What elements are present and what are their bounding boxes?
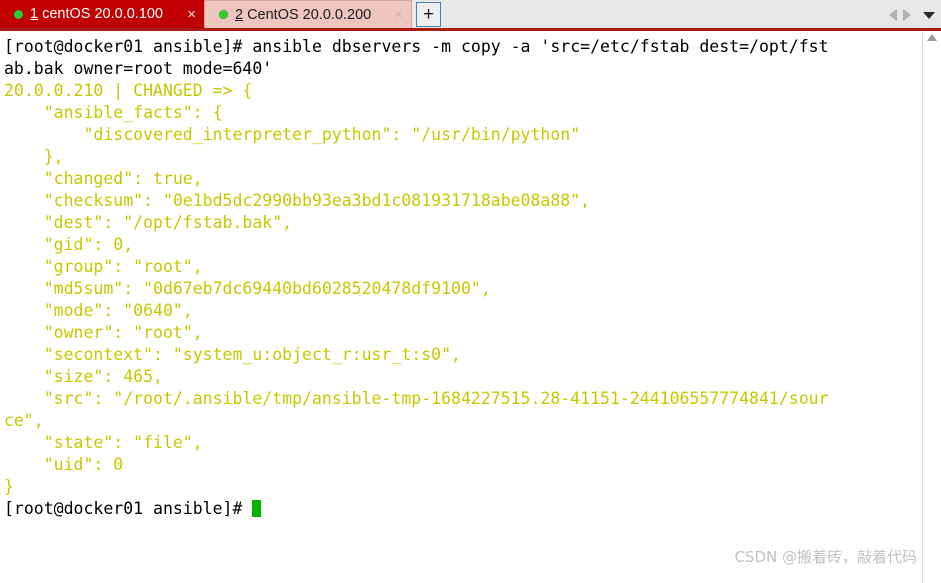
tab-navigation <box>889 9 941 28</box>
terminal-line: "ansible_facts": { <box>4 102 922 124</box>
tab-label-1: centOS 20.0.0.100 <box>42 6 163 22</box>
terminal-line-text: "group": "root", <box>4 257 203 276</box>
terminal-line: 20.0.0.210 | CHANGED => { <box>4 80 922 102</box>
terminal-line: "checksum": "0e1bd5dc2990bb93ea3bd1c0819… <box>4 190 922 212</box>
terminal-line: "state": "file", <box>4 432 922 454</box>
terminal-line-text: [root@docker01 ansible]# ansible dbserve… <box>4 37 829 56</box>
terminal-line: "group": "root", <box>4 256 922 278</box>
terminal-line-text: "uid": 0 <box>4 455 124 474</box>
terminal-line-text: "changed": true, <box>4 169 203 188</box>
terminal-line-text: "state": "file", <box>4 433 203 452</box>
terminal-line: "uid": 0 <box>4 454 922 476</box>
terminal-line-text: [root@docker01 ansible]# <box>4 499 253 518</box>
terminal-line: "size": 465, <box>4 366 922 388</box>
close-icon[interactable]: × <box>394 7 403 22</box>
terminal-line: "owner": "root", <box>4 322 922 344</box>
close-icon[interactable]: × <box>187 7 196 22</box>
terminal-line-text: "size": 465, <box>4 367 163 386</box>
chevron-down-icon[interactable] <box>923 11 935 19</box>
connected-dot-icon <box>219 10 228 19</box>
terminal-line-text: "mode": "0640", <box>4 301 193 320</box>
terminal-line-text: ab.bak owner=root mode=640' <box>4 59 273 78</box>
terminal-line-text: "src": "/root/.ansible/tmp/ansible-tmp-1… <box>4 389 829 408</box>
chevron-left-icon[interactable] <box>889 9 897 21</box>
terminal-line: [root@docker01 ansible]# ansible dbserve… <box>4 36 922 58</box>
terminal-line: "secontext": "system_u:object_r:usr_t:s0… <box>4 344 922 366</box>
terminal-line-text: } <box>4 477 14 496</box>
text-cursor <box>252 500 262 517</box>
terminal-line-text: "md5sum": "0d67eb7dc69440bd6028520478df9… <box>4 279 491 298</box>
terminal-line-text: "checksum": "0e1bd5dc2990bb93ea3bd1c0819… <box>4 191 591 210</box>
connected-dot-icon <box>14 9 23 19</box>
tab-bar: 1 centOS 20.0.0.100 × 2 CentOS 20.0.0.20… <box>0 0 941 31</box>
tab-centos-1[interactable]: 1 centOS 20.0.0.100 × <box>0 0 204 28</box>
terminal-line-text: "ansible_facts": { <box>4 103 223 122</box>
terminal-line-text: }, <box>4 147 64 166</box>
vertical-scrollbar[interactable] <box>922 31 941 583</box>
chevron-right-icon[interactable] <box>903 9 911 21</box>
tab-centos-2[interactable]: 2 CentOS 20.0.0.200 × <box>204 0 412 28</box>
terminal-line-text: "secontext": "system_u:object_r:usr_t:s0… <box>4 345 461 364</box>
terminal-line-text: "discovered_interpreter_python": "/usr/b… <box>4 125 581 144</box>
terminal-line-text: ce", <box>4 411 44 430</box>
terminal-line: }, <box>4 146 922 168</box>
terminal-line: "discovered_interpreter_python": "/usr/b… <box>4 124 922 146</box>
tab-index-1: 1 <box>30 6 39 22</box>
tab-label-2: CentOS 20.0.0.200 <box>247 6 372 23</box>
terminal-line-text: 20.0.0.210 | CHANGED => { <box>4 81 253 100</box>
new-tab-button[interactable]: + <box>416 2 441 27</box>
terminal-line: ce", <box>4 410 922 432</box>
terminal-line: [root@docker01 ansible]# <box>4 498 922 520</box>
terminal-line: "gid": 0, <box>4 234 922 256</box>
terminal-line: "changed": true, <box>4 168 922 190</box>
terminal-line-text: "dest": "/opt/fstab.bak", <box>4 213 293 232</box>
terminal-output[interactable]: [root@docker01 ansible]# ansible dbserve… <box>0 31 922 583</box>
terminal-line: "md5sum": "0d67eb7dc69440bd6028520478df9… <box>4 278 922 300</box>
scroll-up-arrow-icon[interactable] <box>927 34 937 41</box>
terminal-line: "src": "/root/.ansible/tmp/ansible-tmp-1… <box>4 388 922 410</box>
terminal-line-text: "gid": 0, <box>4 235 134 254</box>
terminal-line: ab.bak owner=root mode=640' <box>4 58 922 80</box>
terminal-area: [root@docker01 ansible]# ansible dbserve… <box>0 31 941 583</box>
terminal-line: } <box>4 476 922 498</box>
terminal-line: "dest": "/opt/fstab.bak", <box>4 212 922 234</box>
terminal-line: "mode": "0640", <box>4 300 922 322</box>
terminal-window: 1 centOS 20.0.0.100 × 2 CentOS 20.0.0.20… <box>0 0 941 583</box>
tab-index-2: 2 <box>235 6 244 23</box>
terminal-line-text: "owner": "root", <box>4 323 203 342</box>
